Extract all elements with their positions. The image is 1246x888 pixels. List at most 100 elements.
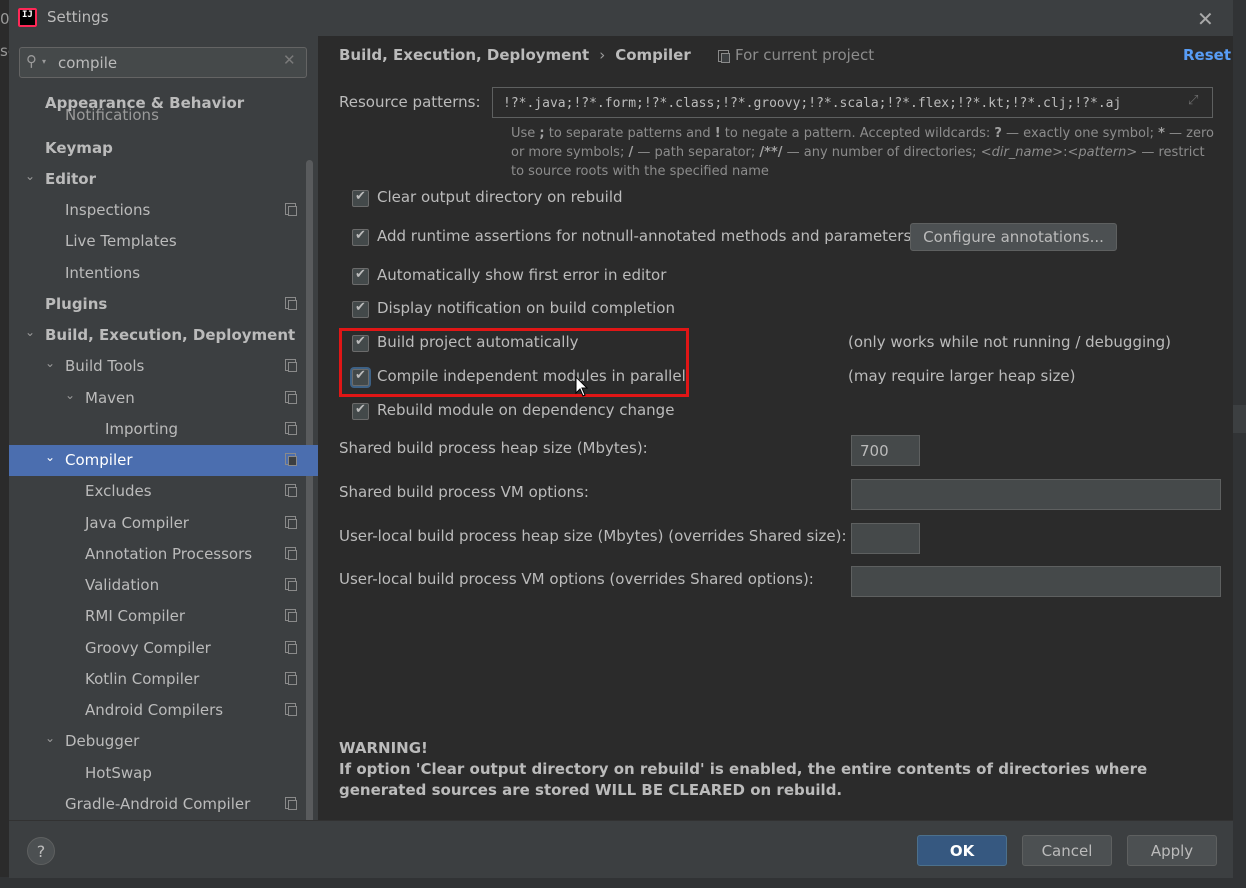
resource-patterns-label: Resource patterns: bbox=[339, 93, 481, 111]
chevron-down-icon[interactable]: ⌄ bbox=[45, 450, 55, 464]
intellij-logo-icon: IJ bbox=[18, 8, 37, 27]
sidebar-item-groovy-compiler[interactable]: Groovy Compiler bbox=[9, 633, 318, 664]
sidebar-item-label: Java Compiler bbox=[85, 514, 189, 532]
show-first-error-label: Automatically show first error in editor bbox=[377, 266, 667, 284]
chevron-down-icon[interactable]: ⌄ bbox=[45, 731, 55, 745]
sidebar-item-plugins[interactable]: Plugins bbox=[9, 289, 318, 320]
settings-tree: Notifications Appearance & Behavior Keyma… bbox=[9, 88, 318, 820]
sidebar-item-label: Debugger bbox=[65, 732, 140, 750]
sidebar-item-live-templates[interactable]: Live Templates bbox=[9, 226, 318, 257]
search-history-caret-icon[interactable]: ▾ bbox=[42, 57, 46, 66]
sidebar-item-java-compiler[interactable]: Java Compiler bbox=[9, 508, 318, 539]
search-box[interactable]: ⚲ ▾ ✕ bbox=[19, 47, 307, 78]
user-heap-input[interactable] bbox=[858, 528, 923, 550]
sidebar-item-label: Intentions bbox=[65, 264, 141, 282]
project-scope-icon bbox=[285, 703, 297, 716]
mouse-cursor-icon bbox=[575, 376, 589, 397]
project-scope-icon bbox=[285, 484, 297, 497]
shared-heap-input[interactable] bbox=[858, 440, 923, 462]
expand-field-icon[interactable]: ⤢ bbox=[1188, 93, 1198, 108]
user-vm-field[interactable] bbox=[851, 566, 1221, 597]
sidebar-item-label: Gradle-Android Compiler bbox=[65, 795, 251, 813]
reset-link[interactable]: Reset bbox=[1183, 46, 1231, 64]
warning-text: If option 'Clear output directory on reb… bbox=[339, 760, 1148, 799]
search-input[interactable] bbox=[56, 51, 270, 75]
sidebar-item-maven[interactable]: ⌄ Maven bbox=[9, 383, 318, 414]
user-heap-label: User-local build process heap size (Mbyt… bbox=[339, 527, 847, 545]
project-scope-icon bbox=[285, 547, 297, 560]
sidebar-item-label: Compiler bbox=[65, 451, 133, 469]
sidebar-item-kotlin-compiler[interactable]: Kotlin Compiler bbox=[9, 664, 318, 695]
red-highlight-box bbox=[339, 328, 689, 397]
sidebar-item-label: Groovy Compiler bbox=[85, 639, 211, 657]
clear-output-checkbox[interactable] bbox=[352, 189, 369, 207]
display-notification-checkbox[interactable] bbox=[352, 300, 369, 318]
sidebar-item-excludes[interactable]: Excludes bbox=[9, 476, 318, 507]
project-scope-icon bbox=[285, 422, 297, 435]
configure-annotations-button[interactable]: Configure annotations... bbox=[910, 223, 1117, 251]
scope-indicator: For current project bbox=[718, 46, 874, 64]
close-icon[interactable]: ✕ bbox=[1197, 7, 1214, 31]
sidebar-item-debugger[interactable]: ⌄ Debugger bbox=[9, 726, 318, 757]
project-scope-icon bbox=[285, 453, 297, 466]
cancel-button[interactable]: Cancel bbox=[1022, 835, 1112, 866]
user-vm-input[interactable] bbox=[858, 571, 1194, 593]
sidebar-item-label: Inspections bbox=[65, 201, 151, 219]
sidebar-item-inspections[interactable]: Inspections bbox=[9, 195, 318, 226]
sidebar-item-label: Keymap bbox=[45, 139, 113, 157]
dialog-footer: ? OK Cancel Apply bbox=[9, 820, 1233, 878]
sidebar-item-annotation-processors[interactable]: Annotation Processors bbox=[9, 539, 318, 570]
warning-title: WARNING! bbox=[339, 739, 428, 757]
clear-search-icon[interactable]: ✕ bbox=[283, 51, 296, 69]
sidebar-item-build-tools[interactable]: ⌄ Build Tools bbox=[9, 351, 318, 382]
breadcrumb: Build, Execution, Deployment › Compiler bbox=[339, 46, 691, 64]
sidebar-item-label: RMI Compiler bbox=[85, 607, 186, 625]
user-heap-field[interactable] bbox=[851, 523, 923, 554]
sidebar-item-compiler[interactable]: ⌄ Compiler bbox=[9, 445, 318, 476]
shared-vm-field[interactable] bbox=[851, 479, 1221, 510]
sidebar-item-hotswap[interactable]: HotSwap bbox=[9, 758, 318, 789]
sidebar-item-importing[interactable]: Importing bbox=[9, 414, 318, 445]
sidebar-item-gradle-android-compiler[interactable]: Gradle-Android Compiler bbox=[9, 789, 318, 820]
title-bar: IJ Settings ✕ bbox=[9, 0, 1233, 36]
search-icon[interactable]: ⚲ bbox=[26, 52, 37, 70]
chevron-down-icon[interactable]: ⌄ bbox=[65, 388, 75, 402]
sidebar-item-android-compilers[interactable]: Android Compilers bbox=[9, 695, 318, 726]
sidebar-item-label: Maven bbox=[85, 389, 135, 407]
shared-vm-input[interactable] bbox=[858, 484, 1194, 506]
sidebar-item-label: Editor bbox=[45, 170, 96, 188]
background-window-edge-right bbox=[1233, 0, 1246, 888]
sidebar-item-build-execution-deployment[interactable]: ⌄ Build, Execution, Deployment bbox=[9, 320, 318, 351]
chevron-down-icon[interactable]: ⌄ bbox=[25, 169, 35, 183]
sidebar-item-label: Live Templates bbox=[65, 232, 177, 250]
resource-patterns-input[interactable] bbox=[501, 92, 1185, 114]
project-scope-icon bbox=[285, 797, 297, 810]
help-button[interactable]: ? bbox=[27, 837, 55, 865]
project-scope-icon bbox=[285, 516, 297, 529]
project-scope-icon bbox=[285, 359, 297, 372]
rebuild-on-dependency-checkbox[interactable] bbox=[352, 402, 369, 420]
warning-message: WARNING! If option 'Clear output directo… bbox=[339, 738, 1219, 801]
clear-output-label: Clear output directory on rebuild bbox=[377, 188, 623, 206]
resource-patterns-field[interactable]: ⤢ bbox=[492, 87, 1213, 118]
sidebar-item-editor[interactable]: ⌄ Editor bbox=[9, 164, 318, 195]
project-scope-icon bbox=[285, 391, 297, 404]
apply-button[interactable]: Apply bbox=[1127, 835, 1217, 866]
chevron-down-icon[interactable]: ⌄ bbox=[45, 356, 55, 370]
sidebar-item-intentions[interactable]: Intentions bbox=[9, 258, 318, 289]
sidebar-item-appearance-behavior[interactable]: Appearance & Behavior bbox=[9, 88, 318, 119]
sidebar-item-validation[interactable]: Validation bbox=[9, 570, 318, 601]
compile-parallel-note: (may require larger heap size) bbox=[848, 367, 1076, 385]
sidebar-item-keymap[interactable]: Keymap bbox=[9, 133, 318, 164]
runtime-assertions-checkbox[interactable] bbox=[352, 228, 369, 246]
sidebar-item-label: Annotation Processors bbox=[85, 545, 253, 563]
sidebar-item-rmi-compiler[interactable]: RMI Compiler bbox=[9, 601, 318, 632]
sidebar-item-label: Kotlin Compiler bbox=[85, 670, 200, 688]
chevron-down-icon[interactable]: ⌄ bbox=[25, 325, 35, 339]
shared-heap-field[interactable] bbox=[851, 435, 923, 466]
breadcrumb-separator: › bbox=[599, 46, 606, 64]
show-first-error-checkbox[interactable] bbox=[352, 267, 369, 285]
ok-button[interactable]: OK bbox=[917, 835, 1007, 866]
sidebar-item-label: Appearance & Behavior bbox=[45, 94, 245, 112]
sidebar-item-label: HotSwap bbox=[85, 764, 152, 782]
